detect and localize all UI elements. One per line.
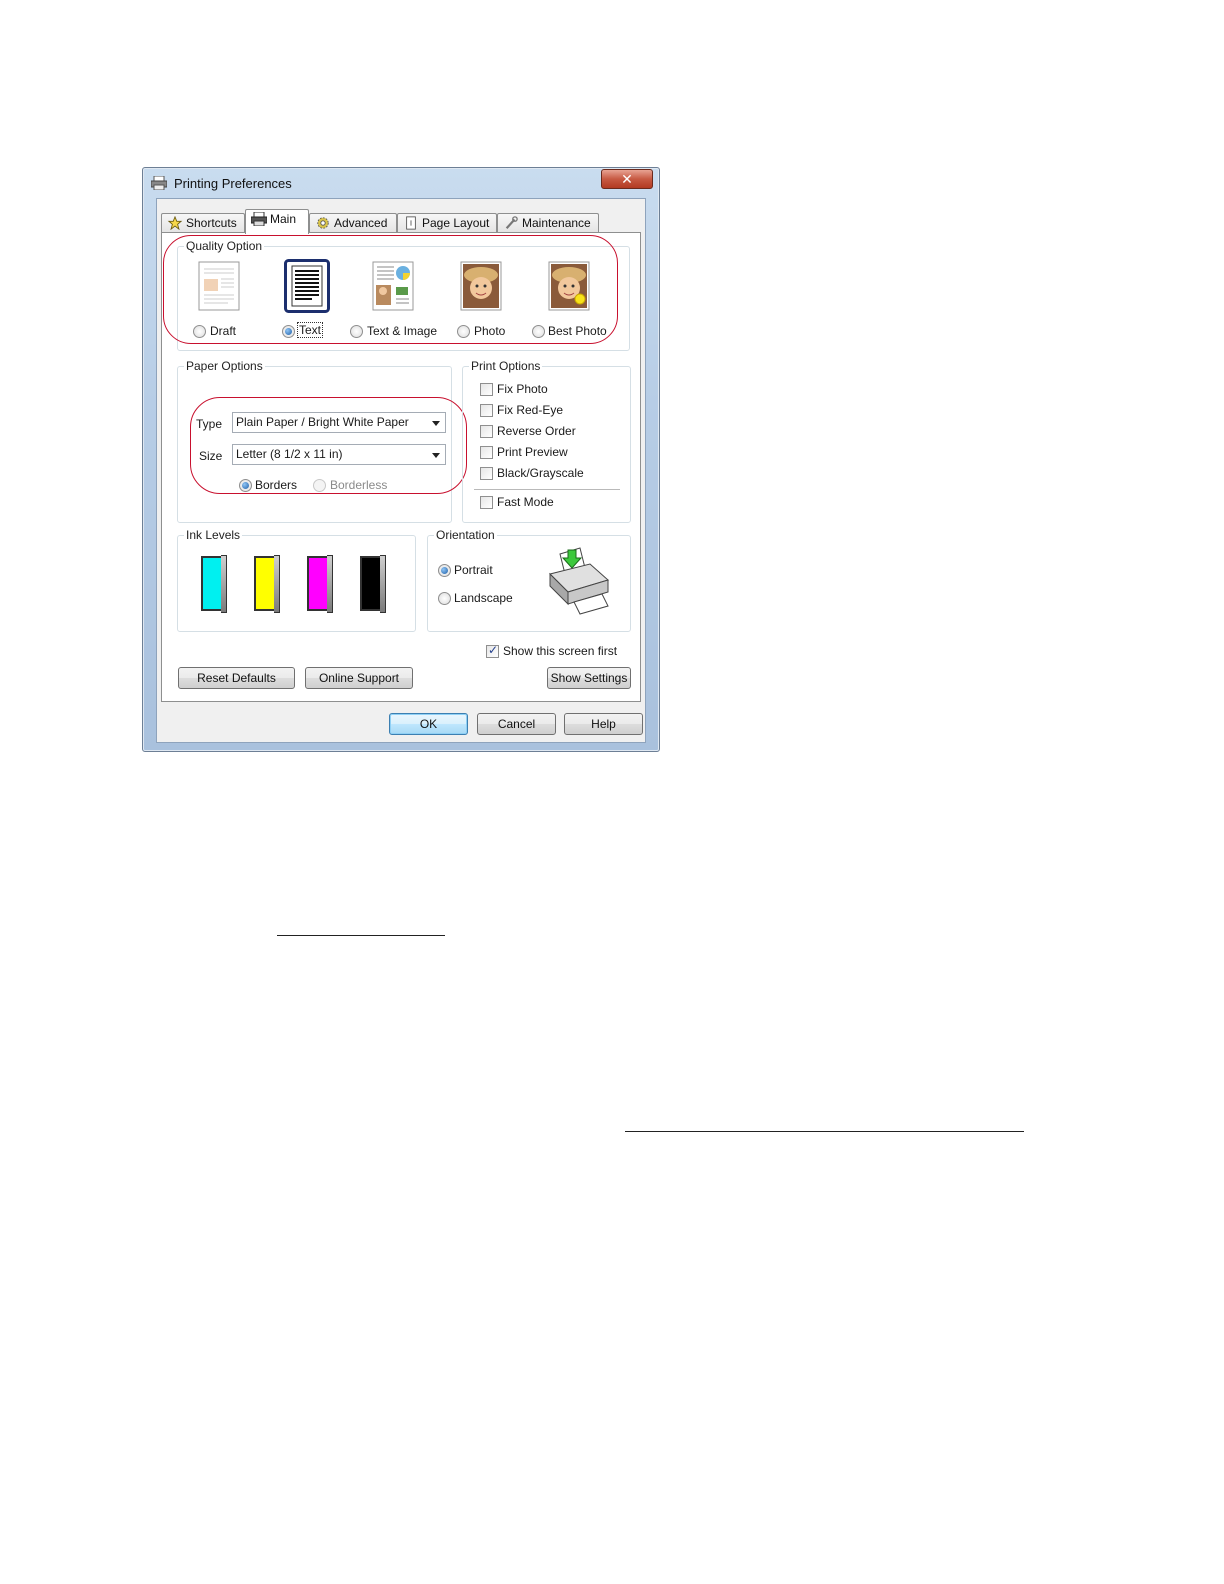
- fix-red-eye-checkbox[interactable]: [480, 404, 493, 417]
- online-support-button[interactable]: Online Support: [305, 667, 413, 689]
- borders-radio[interactable]: [239, 479, 252, 492]
- paper-type-value: Plain Paper / Bright White Paper: [236, 415, 409, 429]
- ok-button[interactable]: OK: [389, 713, 468, 735]
- photo-icon: [460, 261, 502, 311]
- fast-mode-checkbox[interactable]: [480, 496, 493, 509]
- blank-underline-1: [277, 935, 445, 936]
- quality-label-text: Text: [296, 322, 324, 338]
- ink-cartridge-cyan: [201, 555, 227, 613]
- ink-cartridge-black: [360, 555, 386, 613]
- gear-icon: [317, 217, 329, 229]
- draft-document-icon: [198, 261, 240, 311]
- quality-radio-draft[interactable]: [193, 325, 206, 338]
- reverse-order-checkbox[interactable]: [480, 425, 493, 438]
- ink-cartridge-magenta: [307, 555, 333, 613]
- landscape-label: Landscape: [454, 591, 513, 605]
- printer-icon: [151, 176, 167, 190]
- paper-size-label: Size: [199, 449, 223, 463]
- close-button[interactable]: ✕: [601, 169, 653, 189]
- quality-option-group: Quality Option Draft Text Text & Image P…: [177, 239, 630, 351]
- tab-main[interactable]: Main: [245, 209, 309, 234]
- quality-radio-text[interactable]: [282, 325, 295, 338]
- tab-shortcuts[interactable]: Shortcuts: [161, 213, 245, 233]
- quality-label-text-image: Text & Image: [367, 324, 438, 338]
- fix-red-eye-label: Fix Red-Eye: [497, 403, 564, 417]
- borderless-radio[interactable]: [313, 479, 326, 492]
- wrench-icon: [505, 216, 518, 229]
- print-options-group: Print Options Fix Photo Fix Red-Eye Reve…: [462, 359, 631, 523]
- borders-label: Borders: [255, 478, 298, 492]
- tab-label: Shortcuts: [186, 216, 237, 230]
- text-document-icon[interactable]: [284, 259, 330, 313]
- tab-label: Maintenance: [522, 216, 591, 230]
- reset-defaults-button[interactable]: Reset Defaults: [178, 667, 295, 689]
- show-settings-button[interactable]: Show Settings: [547, 667, 631, 689]
- landscape-radio[interactable]: [438, 592, 451, 605]
- fast-mode-label: Fast Mode: [497, 495, 554, 509]
- best-photo-icon: [548, 261, 590, 311]
- text-and-image-icon: [372, 261, 414, 311]
- tab-page-layout[interactable]: Page Layout: [397, 213, 497, 233]
- paper-options-legend: Paper Options: [184, 359, 265, 373]
- tab-label: Advanced: [334, 216, 388, 230]
- printer-portrait-icon: [549, 547, 610, 615]
- page-icon: [406, 216, 416, 230]
- black-grayscale-checkbox[interactable]: [480, 467, 493, 480]
- ink-levels-legend: Ink Levels: [184, 528, 243, 542]
- title-bar[interactable]: Printing Preferences ✕: [143, 168, 659, 198]
- show-screen-first-checkbox[interactable]: [486, 643, 499, 658]
- cancel-button[interactable]: Cancel: [477, 713, 556, 735]
- borderless-label: Borderless: [330, 478, 388, 492]
- tab-label: Main: [270, 212, 297, 226]
- paper-size-value: Letter (8 1/2 x 11 in): [236, 447, 343, 461]
- ink-cartridge-yellow: [254, 555, 280, 613]
- quality-label-best-photo: Best Photo: [548, 324, 607, 338]
- close-icon: ✕: [621, 171, 633, 187]
- ink-levels-group: Ink Levels: [177, 528, 416, 632]
- orientation-legend: Orientation: [434, 528, 497, 542]
- print-preview-checkbox[interactable]: [480, 446, 493, 459]
- chevron-down-icon: [432, 453, 440, 458]
- quality-label-photo: Photo: [474, 324, 506, 338]
- print-preview-label: Print Preview: [497, 445, 568, 459]
- blank-underline-2: [625, 1131, 1024, 1132]
- black-grayscale-label: Black/Grayscale: [497, 466, 584, 480]
- show-screen-first-label: Show this screen first: [503, 644, 618, 658]
- help-button[interactable]: Help: [564, 713, 643, 735]
- star-icon: [167, 216, 183, 230]
- tab-label: Page Layout: [422, 216, 490, 230]
- paper-type-label: Type: [196, 417, 223, 431]
- paper-type-select[interactable]: Plain Paper / Bright White Paper: [232, 412, 446, 433]
- orientation-group: Orientation Portrait Landscape: [427, 528, 631, 632]
- printer-icon: [251, 212, 267, 226]
- tab-maintenance[interactable]: Maintenance: [497, 213, 599, 233]
- paper-size-select[interactable]: Letter (8 1/2 x 11 in): [232, 444, 446, 465]
- printing-preferences-window: Printing Preferences ✕ Shortcuts Main Ad…: [142, 167, 660, 752]
- quality-radio-text-image[interactable]: [350, 325, 363, 338]
- quality-option-legend: Quality Option: [184, 239, 265, 253]
- quality-label-draft: Draft: [210, 324, 237, 338]
- reverse-order-label: Reverse Order: [497, 424, 576, 438]
- print-options-divider: [474, 489, 620, 490]
- portrait-label: Portrait: [454, 563, 493, 577]
- tab-advanced[interactable]: Advanced: [309, 213, 397, 233]
- fix-photo-label: Fix Photo: [497, 382, 548, 396]
- print-options-legend: Print Options: [469, 359, 543, 373]
- quality-radio-photo[interactable]: [457, 325, 470, 338]
- main-tab-panel: Quality Option Draft Text Text & Image P…: [161, 232, 641, 702]
- quality-radio-best-photo[interactable]: [532, 325, 545, 338]
- portrait-radio[interactable]: [438, 564, 451, 577]
- window-title: Printing Preferences: [174, 176, 292, 191]
- paper-options-group: Paper Options Type Plain Paper / Bright …: [177, 359, 452, 523]
- dialog-client: Shortcuts Main Advanced Page Layout Main…: [156, 198, 646, 743]
- fix-photo-checkbox[interactable]: [480, 383, 493, 396]
- chevron-down-icon: [432, 421, 440, 426]
